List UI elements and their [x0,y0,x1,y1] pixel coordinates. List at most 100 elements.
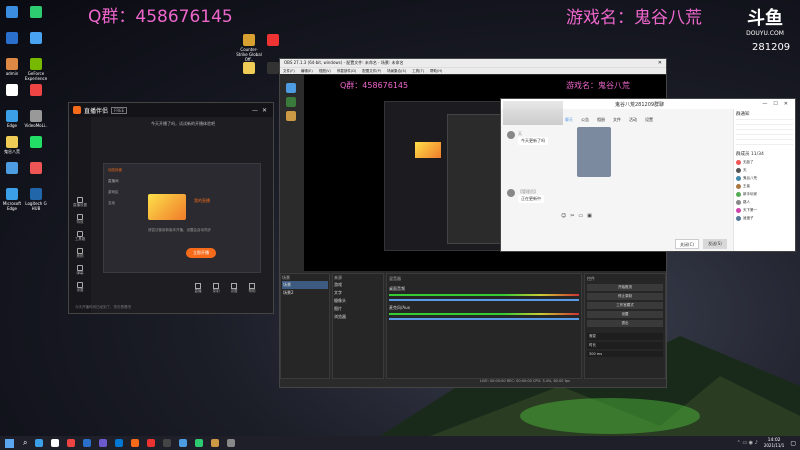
obs-menu-item[interactable]: 场景集合(S) [387,69,406,74]
mixer-slider[interactable] [389,299,579,301]
obs-menu-item[interactable]: 文件(F) [283,69,295,74]
member-item[interactable]: 无敌了 [736,160,793,165]
member-item[interactable]: 新手玩家 [736,192,793,197]
desktop-icon[interactable]: Counter-Strike Global Off.. [236,34,262,62]
taskbar-app-icon[interactable] [67,439,76,447]
taskbar-app-icon[interactable] [131,439,140,447]
member-item[interactable]: 王者 [736,184,793,189]
control-button[interactable]: 退出 [587,320,663,327]
chat-maximize-icon[interactable]: ☐ [773,101,777,107]
close-icon[interactable]: ✕ [262,107,267,114]
control-button[interactable]: 停止录制 [587,293,663,300]
taskbar-app-icon[interactable] [147,439,156,447]
member-item[interactable]: 路人 [736,200,793,205]
desktop-icon[interactable]: Edge [0,110,24,128]
source-item[interactable]: 浏览器 [334,313,382,321]
member-item[interactable]: 鬼谷八荒 [736,176,793,181]
obs-menu-item[interactable]: 配置文件(P) [362,69,381,74]
member-item[interactable]: 天 [736,168,793,173]
taskbar-app-icon[interactable] [179,439,188,447]
mixer-slider[interactable] [389,318,579,320]
desktop-icon[interactable] [24,32,48,45]
chat-tab[interactable]: 相册 [597,117,605,123]
transition-field[interactable]: 300 ms [587,351,663,357]
companion-sidebar-item[interactable]: 美颜 [69,248,91,259]
source-item[interactable]: 摄像头 [334,297,382,305]
chat-minimize-icon[interactable]: — [762,101,767,107]
search-icon[interactable]: ⌕ [23,438,27,448]
obs-close-icon[interactable]: ✕ [658,60,662,66]
desktop-icon[interactable] [24,6,48,19]
source-item[interactable]: 游戏 [334,281,382,289]
desktop-icon[interactable]: Microsoft Edge [0,188,24,211]
chat-tab[interactable]: 设置 [645,117,653,123]
companion-bottom-item[interactable]: 直播 [189,283,207,294]
transition-field[interactable]: 时长 [587,342,663,349]
taskbar-app-icon[interactable] [211,439,220,447]
control-button[interactable]: 设置 [587,311,663,318]
scene-item[interactable]: 场景2 [282,289,328,297]
taskbar-app-icon[interactable] [195,439,204,447]
taskbar-app-icon[interactable] [35,439,44,447]
desktop-icon[interactable]: admin [0,58,24,76]
companion-sidebar-item[interactable]: 直播设置 [69,197,91,208]
chat-tab[interactable]: 文件 [613,117,621,123]
obs-menu-item[interactable]: 帮助(H) [430,69,442,74]
desktop-icon[interactable] [24,84,48,97]
taskbar-app-icon[interactable] [83,439,92,447]
source-item[interactable]: 文字 [334,289,382,297]
chat-close-button[interactable]: 关闭(C) [675,239,699,249]
desktop-icon[interactable] [0,6,24,19]
notification-icon[interactable]: ▢ [790,440,796,447]
scissors-icon[interactable]: ✂ [570,213,574,219]
chat-tab[interactable]: 活动 [629,117,637,123]
member-item[interactable]: 天下第一 [736,208,793,213]
desktop-icon[interactable] [0,32,24,45]
popup-menu-item[interactable]: 直播间 [108,179,136,184]
folder-icon[interactable]: ▭ [578,213,583,219]
taskbar-app-icon[interactable] [51,439,60,447]
popup-menu-item[interactable]: 互动 [108,201,136,206]
desktop-icon[interactable] [260,34,286,47]
taskbar-app-icon[interactable] [115,439,124,447]
desktop-icon[interactable] [0,84,24,97]
taskbar-clock[interactable]: 14:02 2021/11/1 [764,438,785,448]
desktop-icon[interactable]: Logitech G HUB [24,188,48,211]
desktop-icon[interactable] [24,136,48,149]
companion-sidebar-item[interactable]: 工具箱 [69,231,91,242]
companion-bottom-item[interactable]: 设置 [225,283,243,294]
taskbar-app-icon[interactable] [227,439,236,447]
desktop-icon[interactable]: 鬼谷八荒 [0,136,24,155]
popup-start-button[interactable]: 立即开播 [186,248,216,258]
chat-close-icon[interactable]: ✕ [784,101,788,107]
desktop-icon[interactable] [236,62,262,75]
obs-menu-item[interactable]: 视图(V) [319,69,331,74]
desktop-icon[interactable]: VideoMoLi.. [24,110,48,128]
chat-tab[interactable]: 聊天 [565,117,573,123]
control-button[interactable]: 工作室模式 [587,302,663,309]
desktop-icon[interactable]: GeForce Experience [24,58,48,81]
scene-item[interactable]: 场景 [282,281,328,289]
obs-menu-item[interactable]: 停靠部件(D) [337,69,356,74]
taskbar-app-icon[interactable] [99,439,108,447]
companion-sidebar-item[interactable]: 弹幕 [69,265,91,276]
companion-bottom-item[interactable]: 录制 [207,283,225,294]
chat-send-button[interactable]: 发送(S) [703,239,727,249]
control-button[interactable]: 开始推流 [587,284,663,291]
popup-menu-item[interactable]: 动态封面 [108,168,136,173]
popup-menu-item[interactable]: 游戏区 [108,190,136,195]
obs-menu-item[interactable]: 工具(T) [412,69,424,74]
chat-tab[interactable]: 公告 [581,117,589,123]
minimize-icon[interactable]: — [252,107,258,114]
desktop-icon[interactable] [24,162,48,175]
source-item[interactable]: 图片 [334,305,382,313]
member-item[interactable]: 逍遥子 [736,216,793,221]
transition-field[interactable]: 渐变 [587,333,663,340]
obs-menu-item[interactable]: 编辑(E) [301,69,313,74]
companion-sidebar-item[interactable]: 特效 [69,214,91,225]
companion-bottom-item[interactable]: 帮助 [243,283,261,294]
companion-sidebar-item[interactable]: 设置 [69,282,91,293]
taskbar-app-icon[interactable] [163,439,172,447]
popup-link[interactable]: 我的直播 [194,198,210,204]
start-icon[interactable] [5,438,14,448]
